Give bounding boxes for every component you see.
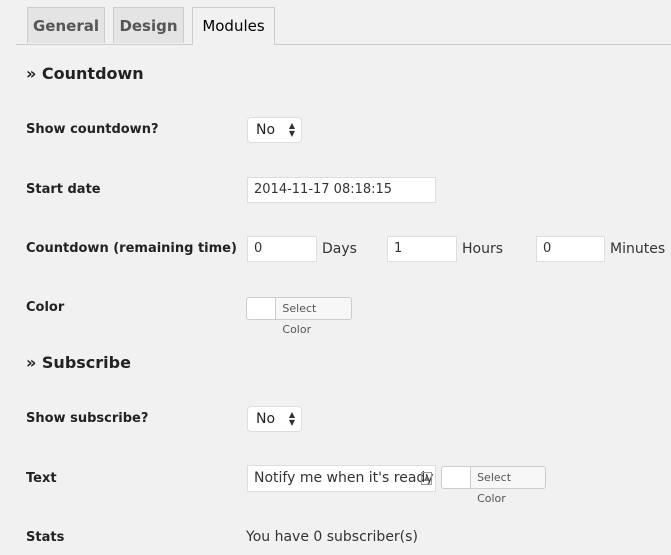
- countdown-color-picker[interactable]: Select Color: [246, 297, 352, 336]
- select-color-button[interactable]: Select Color: [276, 298, 351, 336]
- remaining-time-label: Countdown (remaining time): [26, 241, 237, 256]
- minutes-unit: Minutes: [610, 241, 666, 257]
- tab-general[interactable]: General: [27, 7, 105, 43]
- updown-arrows-icon: ▲ ▼: [288, 121, 295, 138]
- input-value: Notify me when it's ready: [254, 470, 434, 486]
- select-value: No: [256, 122, 276, 138]
- start-date-input[interactable]: 2014-11-17 08:18:15: [247, 177, 436, 203]
- days-unit: Days: [322, 241, 357, 257]
- color-label: Color: [26, 300, 65, 315]
- color-swatch: [247, 298, 277, 319]
- subscribe-heading: » Subscribe: [26, 353, 131, 372]
- show-subscribe-select[interactable]: No ▲ ▼: [247, 406, 302, 432]
- tab-design[interactable]: Design: [113, 7, 184, 43]
- text-label: Text: [26, 471, 57, 486]
- stats-label: Stats: [26, 530, 65, 545]
- minutes-input[interactable]: 0: [536, 236, 605, 262]
- subscribe-color-picker[interactable]: Select Color: [441, 466, 546, 505]
- start-date-label: Start date: [26, 182, 101, 197]
- show-countdown-select[interactable]: No ▲ ▼: [247, 117, 302, 143]
- select-value: No: [256, 411, 276, 427]
- stats-value: You have 0 subscriber(s): [246, 529, 418, 545]
- subscribe-text-input[interactable]: Notify me when it's ready ▲: [247, 465, 436, 492]
- contact-card-icon[interactable]: ▲: [421, 472, 432, 485]
- days-input[interactable]: 0: [247, 236, 317, 262]
- select-color-button[interactable]: Select Color: [471, 467, 545, 505]
- updown-arrows-icon: ▲ ▼: [288, 410, 295, 427]
- tab-modules[interactable]: Modules: [192, 7, 275, 45]
- tab-divider: [16, 44, 671, 45]
- hours-unit: Hours: [462, 241, 504, 257]
- show-subscribe-label: Show subscribe?: [26, 411, 149, 426]
- countdown-heading: » Countdown: [26, 64, 144, 83]
- hours-input[interactable]: 1: [387, 236, 457, 262]
- color-swatch: [442, 467, 472, 488]
- show-countdown-label: Show countdown?: [26, 122, 159, 137]
